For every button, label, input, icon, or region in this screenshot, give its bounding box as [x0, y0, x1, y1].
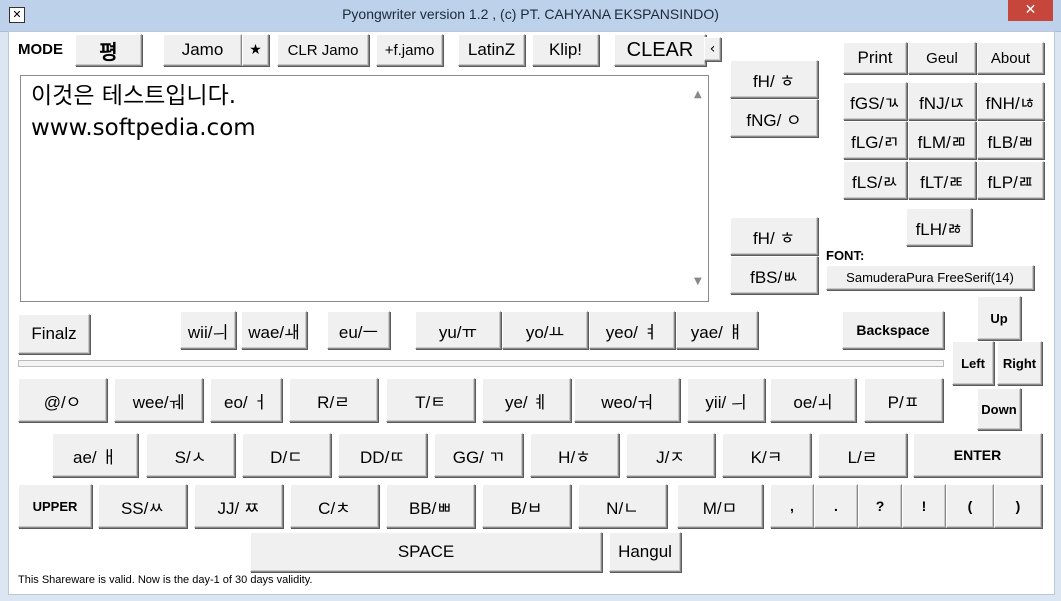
- fnh-key[interactable]: fNH/ㄶ: [977, 82, 1044, 120]
- fls-key[interactable]: fLS/ㄽ: [843, 161, 907, 199]
- clr-jamo-button[interactable]: CLR Jamo: [277, 34, 369, 66]
- status-text: This Shareware is valid. Now is the day-…: [18, 574, 313, 586]
- key-ae[interactable]: ae/ ㅐ: [52, 433, 138, 477]
- upper-button[interactable]: UPPER: [18, 484, 92, 528]
- space-button[interactable]: SPACE: [250, 532, 602, 572]
- title-bar: ✕ Pyongwriter version 1.2 , (c) PT. CAHY…: [0, 0, 1061, 32]
- flb-key[interactable]: fLB/ㄼ: [977, 121, 1044, 159]
- text-editor[interactable]: 이것은 테스트입니다. www.softpedia.com ▲ ▼: [20, 75, 709, 302]
- jamo-button[interactable]: Jamo: [163, 34, 242, 66]
- finalz-button[interactable]: Finalz: [18, 314, 90, 354]
- window-title: Pyongwriter version 1.2 , (c) PT. CAHYAN…: [342, 6, 719, 22]
- star-button[interactable]: ★: [242, 34, 269, 66]
- flg-key[interactable]: fLG/ㄺ: [843, 121, 907, 159]
- key-wii[interactable]: wii/ㅢ: [180, 311, 236, 349]
- key-yo[interactable]: yo/ㅛ: [502, 311, 588, 349]
- key-n[interactable]: N/ㄴ: [578, 484, 667, 528]
- fnj-key[interactable]: fNJ/ㄵ: [908, 82, 976, 120]
- backspace-button[interactable]: Backspace: [842, 311, 944, 349]
- font-select-button[interactable]: SamuderaPura FreeSerif(14): [826, 265, 1034, 290]
- editor-line-2: www.softpedia.com: [31, 115, 256, 141]
- key-eo[interactable]: eo/ ㅓ: [210, 378, 282, 422]
- key-l[interactable]: L/ㄹ: [818, 433, 907, 477]
- key-wee[interactable]: wee/ㅞ: [114, 378, 203, 422]
- key-eu[interactable]: eu/ㅡ: [327, 311, 390, 349]
- latinz-button[interactable]: LatinZ: [458, 34, 525, 66]
- enter-button[interactable]: ENTER: [913, 433, 1042, 477]
- key-j[interactable]: J/ㅈ: [626, 433, 715, 477]
- fgs-key[interactable]: fGS/ㄳ: [843, 82, 907, 120]
- key-exclaim[interactable]: !: [902, 484, 946, 528]
- key-gg[interactable]: GG/ ㄲ: [434, 433, 523, 477]
- key-p[interactable]: P/ㅍ: [864, 378, 943, 422]
- fh-key-2[interactable]: fH/ ㅎ: [730, 217, 818, 255]
- key-ss[interactable]: SS/ㅆ: [98, 484, 187, 528]
- close-icon[interactable]: ✕: [1008, 0, 1053, 21]
- key-b[interactable]: B/ㅂ: [482, 484, 571, 528]
- key-t[interactable]: T/ㅌ: [386, 378, 475, 422]
- key-jj[interactable]: JJ/ ㅉ: [194, 484, 283, 528]
- fng-key[interactable]: fNG/ ㅇ: [730, 99, 818, 137]
- geul-button[interactable]: Geul: [908, 42, 976, 74]
- key-question[interactable]: ?: [858, 484, 902, 528]
- key-yu[interactable]: yu/ㅠ: [415, 311, 501, 349]
- up-button[interactable]: Up: [977, 296, 1021, 340]
- key-at[interactable]: @/ㅇ: [18, 378, 107, 422]
- clear-button[interactable]: CLEAR: [614, 34, 706, 66]
- key-lparen[interactable]: (: [946, 484, 994, 528]
- right-button[interactable]: Right: [997, 341, 1042, 385]
- font-label: FONT:: [826, 248, 865, 263]
- key-h[interactable]: H/ㅎ: [530, 433, 619, 477]
- key-yii[interactable]: yii/ ㅢ: [687, 378, 765, 422]
- divider: [18, 360, 944, 367]
- key-dd[interactable]: DD/ㄸ: [338, 433, 427, 477]
- key-wae[interactable]: wae/ㅙ: [241, 311, 307, 349]
- editor-line-1: 이것은 테스트입니다.: [31, 83, 237, 109]
- key-yeo[interactable]: yeo/ ㅕ: [589, 311, 675, 349]
- key-bb[interactable]: BB/ㅃ: [386, 484, 475, 528]
- key-r[interactable]: R/ㄹ: [289, 378, 378, 422]
- key-rparen[interactable]: ): [994, 484, 1042, 528]
- f-jamo-button[interactable]: +f.jamo: [376, 34, 443, 66]
- key-period[interactable]: .: [814, 484, 858, 528]
- key-yae[interactable]: yae/ ㅒ: [676, 311, 758, 349]
- key-comma[interactable]: ,: [770, 484, 814, 528]
- key-weo[interactable]: weo/ㅝ: [574, 378, 680, 422]
- flp-key[interactable]: fLP/ㄿ: [977, 161, 1044, 199]
- scroll-up-icon[interactable]: ▲: [694, 79, 702, 111]
- flt-key[interactable]: fLT/ㄾ: [908, 161, 976, 199]
- flh-key[interactable]: fLH/ㅀ: [906, 208, 972, 246]
- about-button[interactable]: About: [977, 42, 1044, 74]
- down-button[interactable]: Down: [977, 388, 1021, 430]
- hangul-button[interactable]: Hangul: [609, 532, 681, 572]
- key-d[interactable]: D/ㄷ: [242, 433, 331, 477]
- mode-label: MODE: [18, 41, 63, 58]
- flm-key[interactable]: fLM/ㄻ: [908, 121, 976, 159]
- key-m[interactable]: M/ㅁ: [677, 484, 763, 528]
- collapse-icon[interactable]: ‹: [704, 37, 721, 61]
- print-button[interactable]: Print: [843, 42, 907, 74]
- klip-button[interactable]: Klip!: [532, 34, 599, 66]
- scroll-down-icon[interactable]: ▼: [694, 266, 702, 298]
- left-button[interactable]: Left: [952, 341, 994, 385]
- key-k[interactable]: K/ㅋ: [722, 433, 811, 477]
- fbs-key[interactable]: fBS/ㅄ: [730, 256, 818, 294]
- fh-key-1[interactable]: fH/ ㅎ: [730, 60, 818, 98]
- key-s[interactable]: S/ㅅ: [146, 433, 235, 477]
- mode-button[interactable]: 평: [75, 34, 142, 66]
- editor-scrollbar[interactable]: ▲ ▼: [691, 77, 707, 300]
- key-c[interactable]: C/ㅊ: [290, 484, 379, 528]
- key-ye[interactable]: ye/ ㅖ: [482, 378, 571, 422]
- key-oe[interactable]: oe/ㅚ: [770, 378, 856, 422]
